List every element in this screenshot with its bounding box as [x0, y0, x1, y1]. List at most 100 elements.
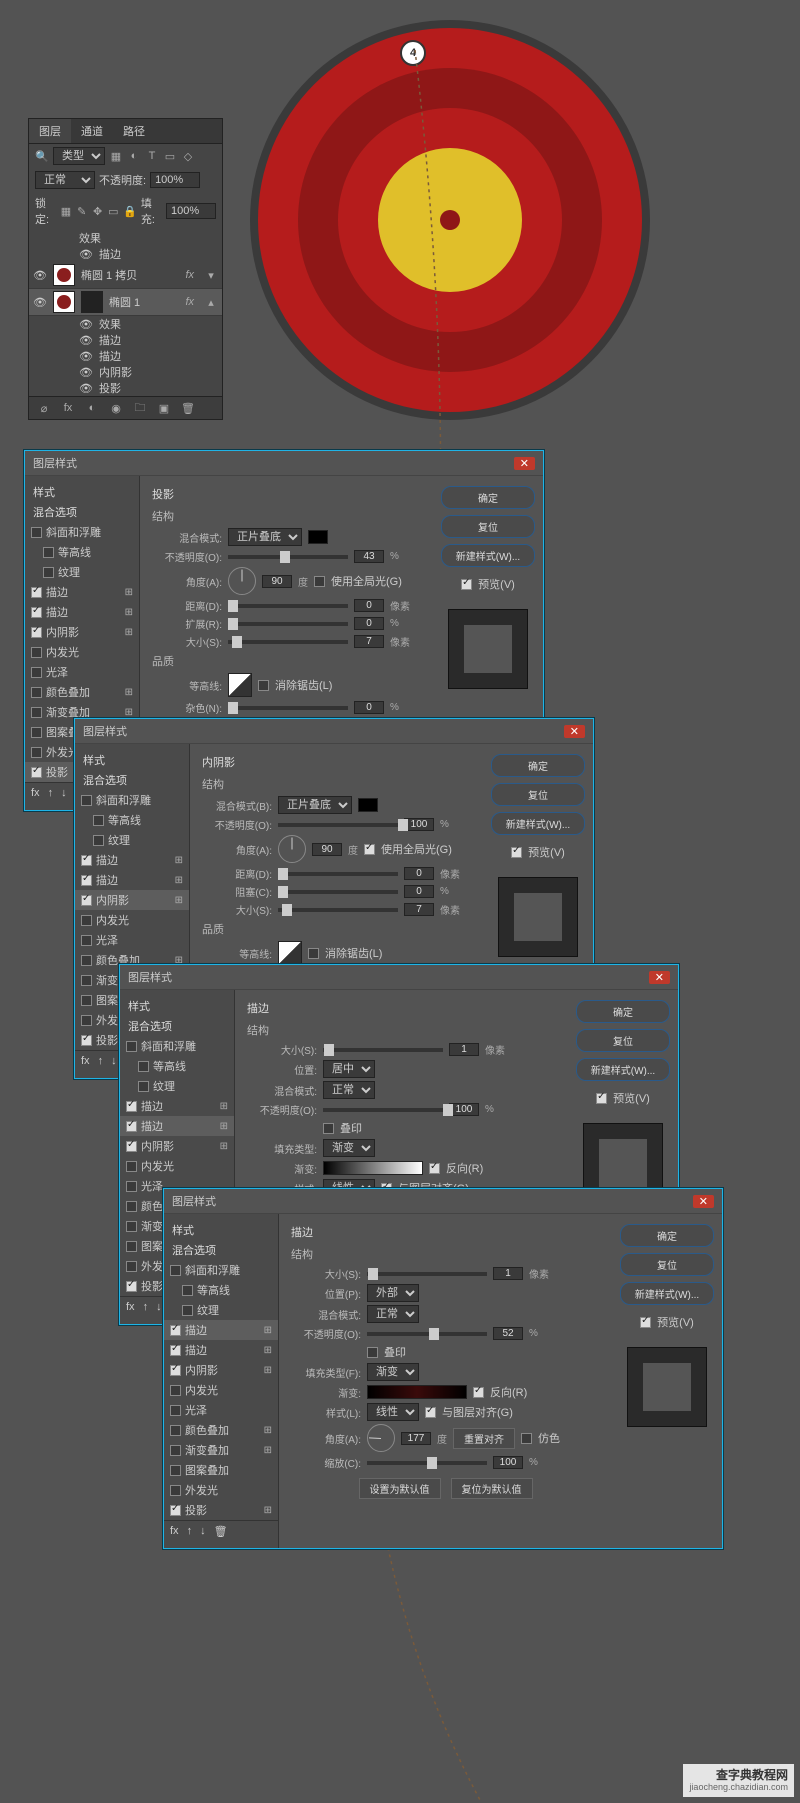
filter-kind-select[interactable]: 类型 — [53, 147, 105, 165]
grad-style-select[interactable]: 线性 — [367, 1403, 419, 1421]
lock-all-icon[interactable]: 🔒 — [123, 204, 137, 218]
arrow-down-icon[interactable]: ↓ — [156, 1301, 162, 1314]
filter-type-icon[interactable]: T — [145, 149, 159, 163]
side-stroke-2[interactable]: 描边⊞ — [25, 602, 139, 622]
side-stroke-2[interactable]: 描边⊞ — [75, 870, 189, 890]
side-stroke[interactable]: 描边⊞ — [75, 850, 189, 870]
visibility-icon[interactable]: 👁 — [33, 269, 47, 282]
ok-button[interactable]: 确定 — [576, 1000, 670, 1023]
reset-default-button[interactable]: 复位为默认值 — [451, 1478, 533, 1499]
set-default-button[interactable]: 设置为默认值 — [359, 1478, 441, 1499]
arrow-up-icon[interactable]: ↑ — [143, 1301, 149, 1314]
color-swatch[interactable] — [358, 798, 378, 812]
mask-icon[interactable]: ◐ — [85, 401, 99, 415]
side-grad-overlay[interactable]: 渐变叠加⊞ — [164, 1440, 278, 1460]
fx-manage-icon[interactable]: fx — [81, 1055, 90, 1068]
lock-position-icon[interactable]: ✥ — [92, 204, 104, 218]
fx-sub-stroke-2[interactable]: 👁描边 — [29, 348, 222, 364]
cancel-button[interactable]: 复位 — [576, 1029, 670, 1052]
distance-slider[interactable] — [278, 872, 398, 876]
group-icon[interactable]: 🗀 — [133, 401, 147, 415]
side-bevel[interactable]: 斜面和浮雕 — [75, 790, 189, 810]
side-contour[interactable]: 等高线 — [164, 1280, 278, 1300]
side-styles[interactable]: 样式 — [120, 996, 234, 1016]
side-blend-opts[interactable]: 混合选项 — [75, 770, 189, 790]
side-inner-glow[interactable]: 内发光 — [164, 1380, 278, 1400]
overprint-checkbox[interactable] — [367, 1347, 378, 1358]
fx-icon[interactable]: fx — [61, 401, 75, 415]
side-styles[interactable]: 样式 — [75, 750, 189, 770]
side-texture[interactable]: 纹理 — [75, 830, 189, 850]
fx-sub-stroke[interactable]: 👁描边 — [29, 332, 222, 348]
angle-dial[interactable] — [228, 567, 256, 595]
fx-sub-effects[interactable]: 👁效果 — [29, 316, 222, 332]
opacity-slider[interactable] — [278, 823, 398, 827]
opacity-value[interactable]: 52 — [493, 1327, 523, 1340]
position-select[interactable]: 居中 — [323, 1060, 375, 1078]
side-contour[interactable]: 等高线 — [25, 542, 139, 562]
fill-value[interactable]: 100% — [166, 203, 216, 219]
position-select[interactable]: 外部 — [367, 1284, 419, 1302]
angle-value[interactable]: 90 — [312, 843, 342, 856]
opacity-slider[interactable] — [323, 1108, 443, 1112]
side-contour[interactable]: 等高线 — [120, 1056, 234, 1076]
size-value[interactable]: 7 — [354, 635, 384, 648]
side-bevel[interactable]: 斜面和浮雕 — [25, 522, 139, 542]
blend-mode-select[interactable]: 正常 — [35, 171, 95, 189]
side-inner-glow[interactable]: 内发光 — [75, 910, 189, 930]
opacity-value[interactable]: 100 — [404, 818, 434, 831]
side-satin[interactable]: 光泽 — [164, 1400, 278, 1420]
noise-value[interactable]: 0 — [354, 701, 384, 714]
side-outer-glow[interactable]: 外发光 — [164, 1480, 278, 1500]
lock-artboard-icon[interactable]: ▭ — [107, 204, 119, 218]
side-texture[interactable]: 纹理 — [25, 562, 139, 582]
spread-slider[interactable] — [228, 622, 348, 626]
side-texture[interactable]: 纹理 — [164, 1300, 278, 1320]
overprint-checkbox[interactable] — [323, 1123, 334, 1134]
tab-channels[interactable]: 通道 — [71, 119, 113, 143]
close-icon[interactable]: ✕ — [564, 725, 585, 738]
cancel-button[interactable]: 复位 — [620, 1253, 714, 1276]
side-satin[interactable]: 光泽 — [25, 662, 139, 682]
dither-checkbox[interactable] — [521, 1433, 532, 1444]
side-blend-opts[interactable]: 混合选项 — [25, 502, 139, 522]
choke-slider[interactable] — [278, 890, 398, 894]
side-stroke-b[interactable]: 描边⊞ — [164, 1340, 278, 1360]
side-inner-glow[interactable]: 内发光 — [120, 1156, 234, 1176]
side-stroke-b[interactable]: 描边⊞ — [120, 1116, 234, 1136]
angle-value[interactable]: 90 — [262, 575, 292, 588]
fx-badge[interactable]: fx — [185, 269, 198, 281]
side-bevel[interactable]: 斜面和浮雕 — [164, 1260, 278, 1280]
side-inner-shadow[interactable]: 内阴影⊞ — [120, 1136, 234, 1156]
filter-smart-icon[interactable]: ◇ — [181, 149, 195, 163]
fill-type-select[interactable]: 渐变 — [367, 1363, 419, 1381]
arrow-down-icon[interactable]: ↓ — [200, 1525, 206, 1538]
new-style-button[interactable]: 新建样式(W)... — [491, 812, 585, 835]
side-bevel[interactable]: 斜面和浮雕 — [120, 1036, 234, 1056]
fill-type-select[interactable]: 渐变 — [323, 1139, 375, 1157]
ok-button[interactable]: 确定 — [620, 1224, 714, 1247]
size-slider[interactable] — [228, 640, 348, 644]
size-slider[interactable] — [323, 1048, 443, 1052]
opacity-value[interactable]: 100 — [449, 1103, 479, 1116]
fx-manage-icon[interactable]: fx — [170, 1525, 179, 1538]
new-style-button[interactable]: 新建样式(W)... — [441, 544, 535, 567]
side-inner-shadow[interactable]: 内阴影⊞ — [164, 1360, 278, 1380]
size-slider[interactable] — [367, 1272, 487, 1276]
opacity-value[interactable]: 43 — [354, 550, 384, 563]
distance-value[interactable]: 0 — [354, 599, 384, 612]
side-stroke-a[interactable]: 描边⊞ — [120, 1096, 234, 1116]
angle-value[interactable]: 177 — [401, 1432, 431, 1445]
side-pat-overlay[interactable]: 图案叠加 — [164, 1460, 278, 1480]
preview-checkbox[interactable] — [596, 1093, 607, 1104]
lock-transparency-icon[interactable]: ▦ — [60, 204, 72, 218]
arrow-down-icon[interactable]: ↓ — [111, 1055, 117, 1068]
link-layers-icon[interactable]: ⌀ — [37, 401, 51, 415]
reset-align-button[interactable]: 重置对齐 — [453, 1428, 515, 1449]
angle-dial[interactable] — [278, 835, 306, 863]
filter-shape-icon[interactable]: ▭ — [163, 149, 177, 163]
opacity-slider[interactable] — [367, 1332, 487, 1336]
arrow-up-icon[interactable]: ↑ — [98, 1055, 104, 1068]
size-value[interactable]: 7 — [404, 903, 434, 916]
new-layer-icon[interactable]: ▣ — [157, 401, 171, 415]
